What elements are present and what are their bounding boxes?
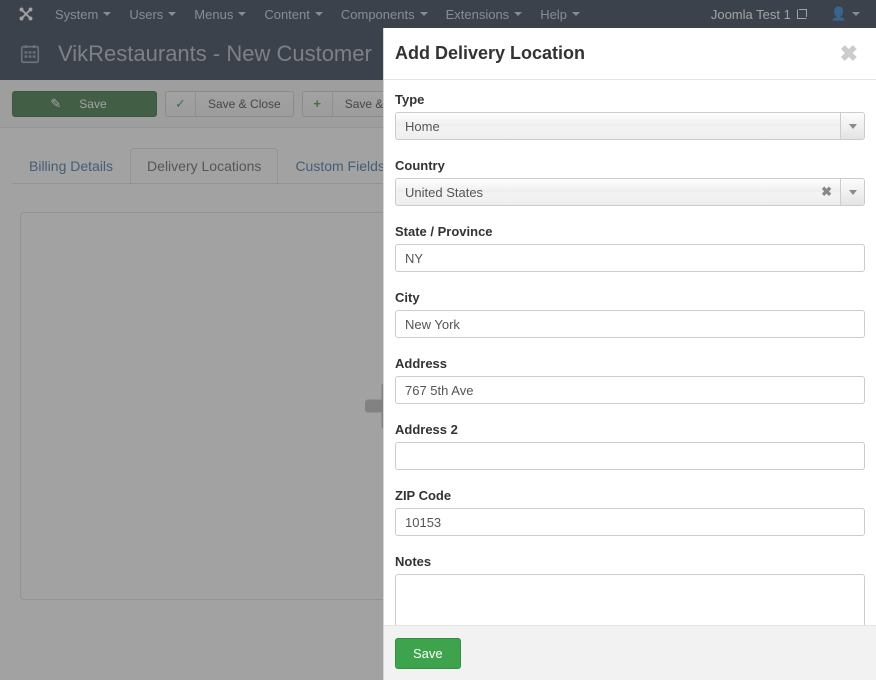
address-input[interactable] (395, 376, 865, 404)
field-notes: Notes (395, 554, 865, 625)
notes-textarea[interactable] (395, 574, 865, 625)
field-country: Country United States ✖ (395, 158, 865, 206)
country-select[interactable]: United States ✖ (395, 178, 865, 206)
state-input[interactable] (395, 244, 865, 272)
field-zip: ZIP Code (395, 488, 865, 536)
field-label-address: Address (395, 356, 448, 371)
field-type: Type Home (395, 92, 865, 140)
add-delivery-location-modal: Add Delivery Location ✖ Type Home Countr… (383, 28, 876, 680)
field-state: State / Province (395, 224, 865, 272)
modal-header: Add Delivery Location ✖ (384, 28, 876, 80)
modal-body: Type Home Country United States ✖ State … (384, 80, 876, 625)
field-label-type: Type (395, 92, 425, 107)
type-select[interactable]: Home (395, 112, 865, 140)
modal-footer: Save (384, 625, 876, 680)
field-label-country: Country (395, 158, 445, 173)
type-select-value: Home (405, 118, 440, 134)
field-label-notes: Notes (395, 554, 432, 569)
field-label-address2: Address 2 (395, 422, 458, 437)
modal-title: Add Delivery Location (395, 43, 586, 63)
field-city: City (395, 290, 865, 338)
clear-x-icon[interactable]: ✖ (813, 184, 840, 200)
close-icon[interactable]: ✖ (834, 39, 864, 69)
field-address2: Address 2 (395, 422, 865, 470)
field-label-city: City (395, 290, 420, 305)
field-address: Address (395, 356, 865, 404)
address2-input[interactable] (395, 442, 865, 470)
zip-input[interactable] (395, 508, 865, 536)
city-input[interactable] (395, 310, 865, 338)
chevron-down-icon[interactable] (840, 179, 864, 205)
chevron-down-icon[interactable] (840, 113, 864, 139)
modal-save-button[interactable]: Save (395, 637, 461, 669)
field-label-state: State / Province (395, 224, 493, 239)
country-select-value: United States (405, 184, 484, 200)
field-label-zip: ZIP Code (395, 488, 452, 503)
